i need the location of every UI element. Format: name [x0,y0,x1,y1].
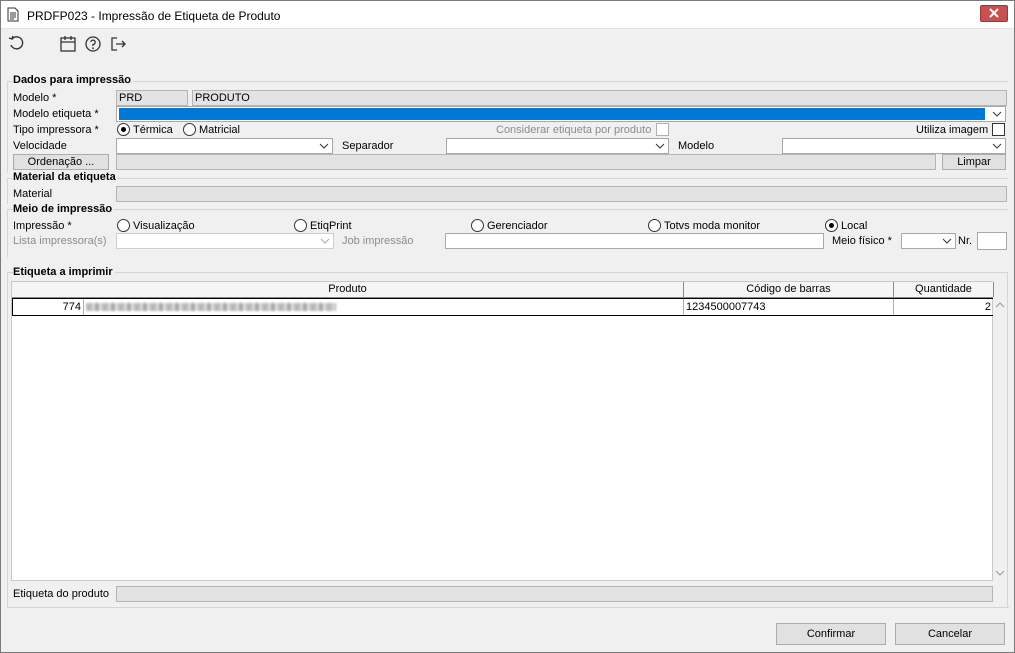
etiqprint-radio[interactable] [294,219,307,232]
codigo-barras-cell: 1234500007743 [684,299,894,315]
modelo-etiqueta-selection [119,108,985,120]
separador-combo[interactable] [446,138,669,154]
termica-radio[interactable] [117,123,130,136]
considerar-etiqueta-checkbox[interactable] [656,123,669,136]
chevron-down-icon[interactable] [995,569,1005,577]
help-button[interactable] [83,34,103,54]
chevron-up-icon[interactable] [995,301,1005,309]
toolbar [1,30,1014,58]
quantidade-cell: 2 [984,301,991,313]
visualizacao-label: Visualização [133,220,195,232]
help-icon [85,36,101,52]
column-header-produto[interactable]: Produto [12,282,684,298]
velocidade-combo[interactable] [116,138,333,154]
produto-desc-cell [84,299,684,315]
title-bar: PRDFP023 - Impressão de Etiqueta de Prod… [1,1,1014,29]
job-impressao-label: Job impressão [342,235,414,247]
column-header-quantidade[interactable]: Quantidade [894,282,994,298]
document-icon [7,7,19,22]
nr-label: Nr. [958,235,973,247]
grid-vertical-scrollbar[interactable] [993,297,1007,581]
velocidade-label: Velocidade [13,140,67,152]
local-label: Local [841,220,868,232]
column-header-codigo-barras[interactable]: Código de barras [684,282,894,298]
close-button[interactable] [980,5,1008,22]
utiliza-imagem-checkbox[interactable] [992,123,1005,136]
material-field [116,186,1007,202]
modelo-etiqueta-combo[interactable] [116,106,1006,122]
confirmar-button[interactable]: Confirmar [776,623,886,645]
gerenciador-label: Gerenciador [487,220,548,232]
tipo-impressora-label: Tipo impressora * [13,124,99,136]
table-row[interactable]: 774 1234500007743 2 [12,298,994,316]
exit-button[interactable] [108,34,128,54]
etiqprint-label: EtiqPrint [310,220,352,232]
considerar-etiqueta-label: Considerar etiqueta por produto [496,124,652,136]
produto-code-cell: 774 [13,299,84,315]
ordenacao-button[interactable]: Ordenação ... [13,154,109,170]
refresh-icon [8,35,24,50]
meio-fisico-combo[interactable] [901,233,956,249]
chevron-down-icon [655,143,665,149]
etiqueta-grid: Produto Código de barras Quantidade 774 … [11,281,994,581]
separador-label: Separador [342,140,394,152]
totvs-moda-monitor-radio[interactable] [648,219,661,232]
nr-input[interactable] [977,232,1007,250]
material-group-title: Material da etiqueta [13,171,118,184]
ordenacao-field [116,154,936,170]
main-window: PRDFP023 - Impressão de Etiqueta de Prod… [0,0,1015,653]
modelo-code-field[interactable]: PRD [116,90,188,106]
meio-fisico-label: Meio físico * [832,235,892,247]
chevron-down-icon [992,111,1002,117]
etiqueta-produto-field [116,586,993,602]
chevron-down-icon [942,238,952,244]
lista-impressoras-combo[interactable] [116,233,334,249]
matricial-label: Matricial [199,124,240,136]
modelo-desc-field: PRODUTO [192,90,1007,106]
local-radio[interactable] [825,219,838,232]
meio-group-title: Meio de impressão [13,203,115,216]
calendar-button[interactable] [58,34,78,54]
job-impressao-input[interactable] [445,233,824,249]
close-icon [989,8,999,18]
chevron-down-icon [320,238,330,244]
modelo-etiqueta-label: Modelo etiqueta * [13,108,99,120]
exit-icon [111,37,126,51]
modelo2-combo[interactable] [782,138,1006,154]
material-label: Material [13,188,53,200]
gerenciador-radio[interactable] [471,219,484,232]
refresh-button[interactable] [7,34,27,54]
dados-group-title: Dados para impressão [13,74,133,87]
etiqueta-group-title: Etiqueta a imprimir [13,266,115,279]
modelo2-label: Modelo [678,140,715,152]
visualizacao-radio[interactable] [117,219,130,232]
utiliza-imagem-label: Utiliza imagem [916,124,989,136]
limpar-button[interactable]: Limpar [942,154,1006,170]
etiqueta-group-bottom [7,607,1009,608]
totvs-moda-monitor-label: Totvs moda monitor [664,220,760,232]
chevron-down-icon [319,143,329,149]
impressao-label: Impressão * [13,220,72,232]
lista-impressoras-label: Lista impressora(s) [13,235,107,247]
calendar-icon [60,36,76,52]
redacted-product-name [86,303,336,311]
chevron-down-icon [992,143,1002,149]
window-title: PRDFP023 - Impressão de Etiqueta de Prod… [27,9,281,23]
modelo-label: Modelo * [13,92,57,104]
cancelar-button[interactable]: Cancelar [895,623,1005,645]
termica-label: Térmica [133,124,173,136]
etiqueta-produto-label: Etiqueta do produto [13,588,110,600]
matricial-radio[interactable] [183,123,196,136]
